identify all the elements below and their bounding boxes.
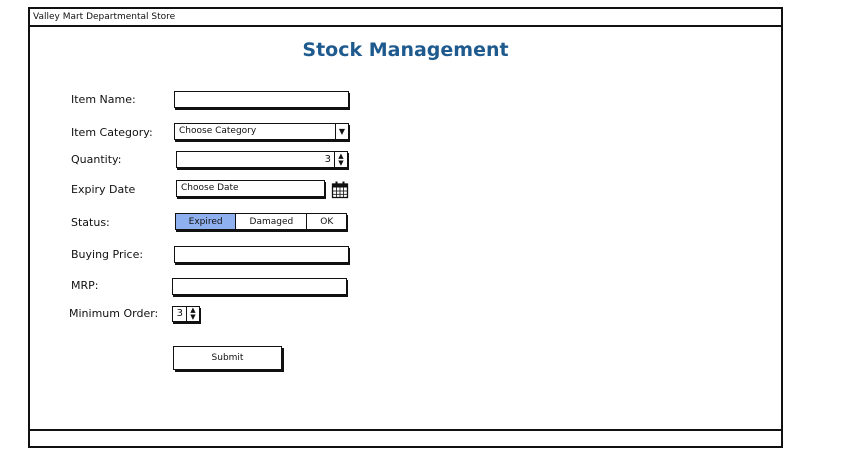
- mrp-field[interactable]: [172, 278, 347, 295]
- status-option-expired[interactable]: Expired: [176, 214, 237, 229]
- window-footer: [30, 429, 781, 446]
- app-window: Valley Mart Departmental Store Stock Man…: [28, 7, 783, 448]
- quantity-label: Quantity:: [71, 153, 122, 166]
- item-name-field[interactable]: [174, 91, 349, 108]
- item-category-value: Choose Category: [179, 126, 257, 136]
- status-option-ok[interactable]: OK: [307, 214, 346, 229]
- status-label: Status:: [71, 216, 110, 229]
- minimum-order-label: Minimum Order:: [69, 307, 159, 320]
- up-down-arrows-icon[interactable]: ▲ ▼: [186, 307, 199, 321]
- window-title: Valley Mart Departmental Store: [30, 9, 781, 27]
- chevron-down-icon[interactable]: ▼: [335, 124, 348, 139]
- item-name-label: Item Name:: [71, 93, 136, 106]
- minimum-order-value: 3: [176, 308, 183, 319]
- buying-price-field[interactable]: [174, 246, 349, 263]
- expiry-date-field[interactable]: Choose Date: [176, 180, 325, 197]
- calendar-icon[interactable]: [331, 181, 349, 199]
- status-segmented-control[interactable]: Expired Damaged OK: [175, 213, 347, 230]
- quantity-stepper[interactable]: 3 ▲ ▼: [176, 151, 348, 168]
- page-title: Stock Management: [302, 39, 509, 61]
- expiry-date-value: Choose Date: [181, 183, 239, 193]
- item-category-label: Item Category:: [71, 126, 153, 139]
- item-category-select[interactable]: Choose Category ▼: [174, 123, 349, 140]
- buying-price-label: Buying Price:: [71, 248, 144, 261]
- minimum-order-stepper[interactable]: 3 ▲ ▼: [172, 306, 200, 322]
- mrp-label: MRP:: [71, 279, 99, 292]
- submit-button[interactable]: Submit: [173, 346, 282, 370]
- up-down-arrows-icon[interactable]: ▲ ▼: [334, 152, 347, 167]
- quantity-value: 3: [324, 154, 331, 165]
- status-option-damaged[interactable]: Damaged: [236, 214, 308, 229]
- expiry-date-label: Expiry Date: [71, 183, 136, 196]
